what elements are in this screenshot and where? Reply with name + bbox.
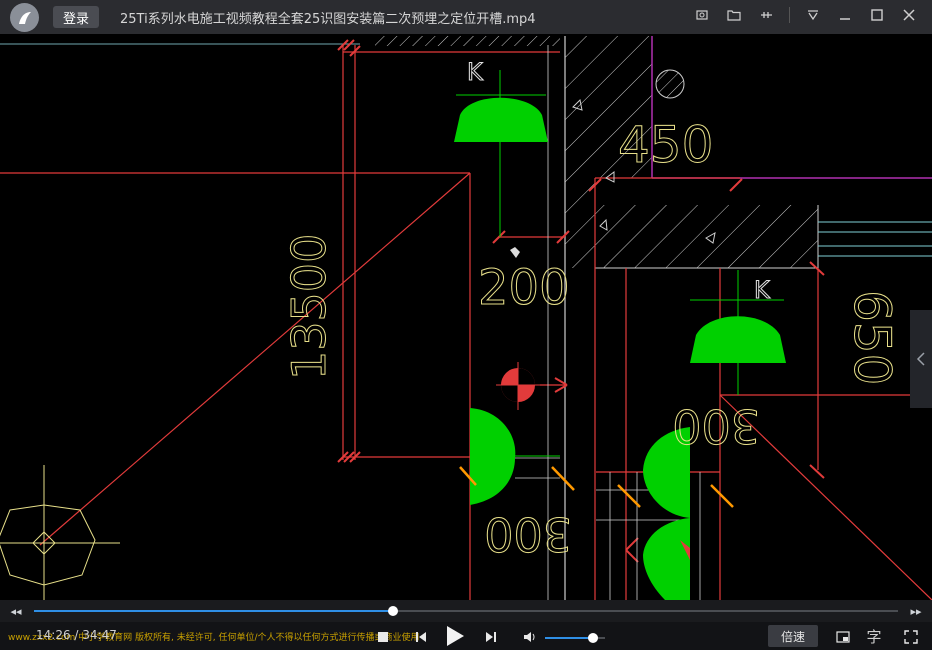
app-logo-icon <box>10 3 39 32</box>
progress-track[interactable] <box>34 606 898 616</box>
folder-icon[interactable] <box>725 6 743 24</box>
volume-knob[interactable] <box>588 633 598 643</box>
volume-fill <box>545 637 593 639</box>
previous-icon[interactable] <box>412 628 430 646</box>
dimension-13500: 13500 <box>282 234 336 380</box>
dimension-200: 200 <box>478 260 570 316</box>
toolbar-divider <box>789 7 790 23</box>
volume-slider[interactable] <box>545 633 605 643</box>
maximize-icon[interactable] <box>868 6 886 24</box>
close-icon[interactable] <box>900 6 918 24</box>
minimize-icon[interactable] <box>836 6 854 24</box>
fullscreen-icon[interactable] <box>902 628 920 646</box>
next-icon[interactable] <box>482 628 500 646</box>
dimension-450: 450 <box>618 116 713 174</box>
seek-row: ◂◂ ▸▸ <box>0 600 932 622</box>
playback-speed-button[interactable]: 倍速 <box>768 625 818 647</box>
subtitle-button[interactable]: 字 <box>864 626 884 646</box>
fast-forward-icon[interactable]: ▸▸ <box>908 604 924 618</box>
time-display: 14:26 / 34:47 <box>36 628 117 642</box>
cad-drawing: 450 200 13500 650 300 300 K K <box>0 36 932 600</box>
socket-symbol-top <box>454 70 548 237</box>
dimension-650: 650 <box>843 290 901 385</box>
pin-icon[interactable] <box>757 6 775 24</box>
title-bar: 登录 25Ti系列水电施工视频教程全套25识图安装篇二次预埋之定位开槽.mp4 <box>0 0 932 34</box>
chevron-left-icon <box>916 352 925 366</box>
window-title: 25Ti系列水电施工视频教程全套25识图安装篇二次预埋之定位开槽.mp4 <box>120 12 536 27</box>
screenshot-icon[interactable] <box>693 6 711 24</box>
marker-k-top: K <box>467 58 484 86</box>
mouse-cursor-icon <box>510 247 520 258</box>
dimension-300-right: 300 <box>672 399 760 453</box>
rewind-icon[interactable]: ◂◂ <box>8 604 24 618</box>
stop-icon[interactable] <box>376 630 390 644</box>
control-bar: www.zxx2.com 中小学教育网 版权所有, 未经许可, 任何单位/个人不… <box>0 622 932 650</box>
login-button[interactable]: 登录 <box>53 6 99 28</box>
cad-lines-cyan <box>818 221 932 257</box>
socket-symbol-right <box>690 270 786 395</box>
volume-icon[interactable] <box>522 629 538 645</box>
video-frame[interactable]: 450 200 13500 650 300 300 K K <box>0 34 932 600</box>
sidebar-toggle[interactable] <box>910 310 932 408</box>
dimension-300-left: 300 <box>484 507 572 561</box>
marker-k-right: K <box>754 276 771 304</box>
hatched-circle <box>655 69 685 99</box>
progress-fill <box>34 610 393 612</box>
socket-symbol-left <box>470 408 560 505</box>
socket-symbol-lower-2 <box>643 518 690 600</box>
column-symbol <box>0 465 120 600</box>
picture-in-picture-icon[interactable] <box>834 628 852 646</box>
menu-icon[interactable] <box>804 6 822 24</box>
play-icon[interactable] <box>442 623 468 649</box>
progress-knob[interactable] <box>387 606 398 616</box>
